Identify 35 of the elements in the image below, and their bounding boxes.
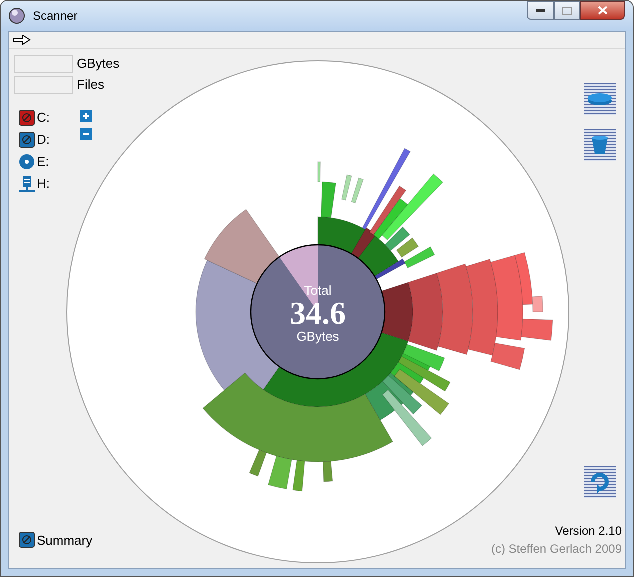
window-title: Scanner [33,8,79,25]
maximize-button[interactable] [554,1,580,20]
drive-label[interactable]: H: [37,174,50,194]
refresh-button[interactable] [584,466,616,498]
plus-icon [83,113,89,119]
minus-icon [83,133,89,135]
summary-label[interactable]: Summary [37,530,93,550]
close-icon [598,6,608,15]
disc-icon [19,154,35,170]
minimize-button[interactable] [527,1,554,20]
app-icon [9,8,25,24]
hard-drive-icon [19,532,35,548]
close-button[interactable] [580,1,625,20]
copyright-label: (c) Steffen Gerlach 2009 [491,541,622,558]
network-drive-icon [19,176,35,192]
refresh-icon [588,470,612,494]
bin-icon [590,135,610,155]
stat-label: Files [77,76,104,94]
drive-label[interactable]: E: [37,152,50,172]
total-unit: GBytes [296,329,340,344]
stat-field[interactable] [14,54,73,72]
drive-label[interactable]: D: [37,130,50,150]
stat-label: GBytes [77,54,120,73]
disk-button[interactable] [584,83,616,115]
arrow-icon[interactable] [13,35,31,45]
version-label: Version 2.10 [555,523,622,540]
total-value: 34.6 [290,295,346,331]
disk-icon [587,92,613,106]
drive-label[interactable]: C: [37,108,50,128]
stat-field[interactable] [14,76,73,94]
maximize-icon [562,6,572,14]
minimize-icon [536,9,545,12]
zoom-in-button[interactable] [80,110,92,122]
zoom-out-button[interactable] [80,128,92,140]
bin-button[interactable] [584,129,616,161]
